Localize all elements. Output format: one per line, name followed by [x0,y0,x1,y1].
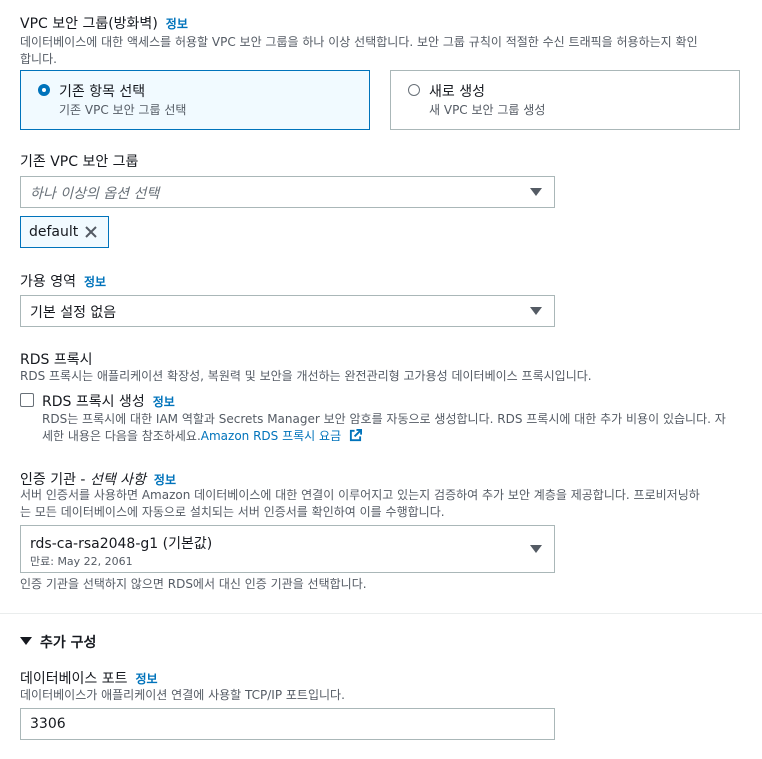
ca-heading: 인증 기관 - 선택 사항 정보 [20,469,176,489]
vpc-sg-desc-line1: 데이터베이스에 대한 액세스를 허용할 VPC 보안 그룹을 하나 이상 선택합… [20,35,698,49]
az-info-link[interactable]: 정보 [84,275,106,289]
radio-existing-sub: 기존 VPC 보안 그룹 선택 [59,103,187,117]
radio-new-title: 새로 생성 [429,84,485,100]
az-heading: 가용 영역 정보 [20,271,106,291]
ca-label: 인증 기관 - [20,472,90,488]
rds-proxy-checkbox[interactable] [20,393,34,407]
db-port-description: 데이터베이스가 애플리케이션 연결에 사용할 TCP/IP 포트입니다. [20,688,345,702]
rds-proxy-desc-line2: 세한 내용은 다음을 참조하세요. [42,429,201,443]
radio-button-existing[interactable] [38,84,50,96]
vpc-sg-description: 데이터베이스에 대한 액세스를 허용할 VPC 보안 그룹을 하나 이상 선택합… [20,34,750,68]
rds-proxy-description: RDS 프록시는 애플리케이션 확장성, 복원력 및 보안을 개선하는 완전관리… [20,369,592,383]
ca-hint: 인증 기관을 선택하지 않으면 RDS에서 대신 인증 기관을 선택합니다. [20,577,367,591]
vpc-sg-heading: VPC 보안 그룹(방화벽) 정보 [20,13,188,33]
existing-sg-placeholder: 하나 이상의 옵션 선택 [30,186,160,202]
ca-select[interactable]: rds-ca-rsa2048-g1 (기본값) 만료: May 22, 2061 [20,525,555,573]
radio-tile-existing[interactable]: 기존 항목 선택 기존 VPC 보안 그룹 선택 [20,70,370,130]
vpc-sg-info-link[interactable]: 정보 [166,17,188,31]
vpc-sg-desc-line2: 합니다. [20,52,57,66]
sg-token-default: default [20,216,109,248]
vpc-sg-title: VPC 보안 그룹(방화벽) [20,16,158,32]
additional-config-title: 추가 구성 [40,635,97,651]
rds-proxy-checkbox-label[interactable]: RDS 프록시 생성 [42,394,145,410]
az-value: 기본 설정 없음 [30,305,117,321]
db-port-label: 데이터베이스 포트 [20,671,128,687]
existing-sg-select[interactable]: 하나 이상의 옵션 선택 [20,176,555,208]
radio-existing-title: 기존 항목 선택 [59,84,146,100]
radio-new-sub: 새 VPC 보안 그룹 생성 [429,103,546,117]
caret-down-icon [530,307,542,315]
radio-button-new[interactable] [408,84,420,96]
radio-tile-new[interactable]: 새로 생성 새 VPC 보안 그룹 생성 [390,70,740,130]
ca-expiry: 만료: May 22, 2061 [30,555,133,568]
section-divider [0,613,762,614]
external-link-icon[interactable] [349,429,362,442]
db-port-value: 3306 [30,716,66,732]
ca-desc-line2: 는 모든 데이터베이스에 자동으로 설치되는 서버 인증서를 확인하여 이를 수… [20,505,445,519]
sg-token-label: default [29,224,79,240]
az-select[interactable]: 기본 설정 없음 [20,295,555,327]
db-port-input[interactable]: 3306 [20,708,555,740]
db-port-info-link[interactable]: 정보 [136,672,158,686]
rds-proxy-desc-line1: RDS는 프록시에 대한 IAM 역할과 Secrets Manager 보안 … [42,412,726,426]
additional-config-toggle[interactable]: 추가 구성 [20,632,220,652]
rds-proxy-checkbox-description: RDS는 프록시에 대한 IAM 역할과 Secrets Manager 보안 … [42,411,757,445]
caret-down-icon [530,188,542,196]
db-port-heading: 데이터베이스 포트 정보 [20,668,158,688]
ca-value: rds-ca-rsa2048-g1 (기본값) [30,536,213,552]
rds-proxy-title: RDS 프록시 [20,352,93,368]
rds-proxy-checkbox-row: RDS 프록시 생성 정보 [42,391,175,411]
existing-sg-label: 기존 VPC 보안 그룹 [20,154,139,170]
rds-proxy-info-link[interactable]: 정보 [153,395,175,409]
rds-proxy-desc-line2-row: 세한 내용은 다음을 참조하세요.Amazon RDS 프록시 요금 [42,428,757,445]
rds-proxy-pricing-link[interactable]: Amazon RDS 프록시 요금 [201,429,341,443]
ca-optional-label: 선택 사항 [89,472,146,488]
ca-desc-line1: 서버 인증서를 사용하면 Amazon 데이터베이스에 대한 연결이 이루어지고… [20,488,700,502]
close-icon[interactable] [84,225,98,239]
caret-down-icon [20,637,32,645]
ca-info-link[interactable]: 정보 [154,473,176,487]
ca-description: 서버 인증서를 사용하면 Amazon 데이터베이스에 대한 연결이 이루어지고… [20,487,760,521]
az-label: 가용 영역 [20,274,76,290]
caret-down-icon [530,545,542,553]
